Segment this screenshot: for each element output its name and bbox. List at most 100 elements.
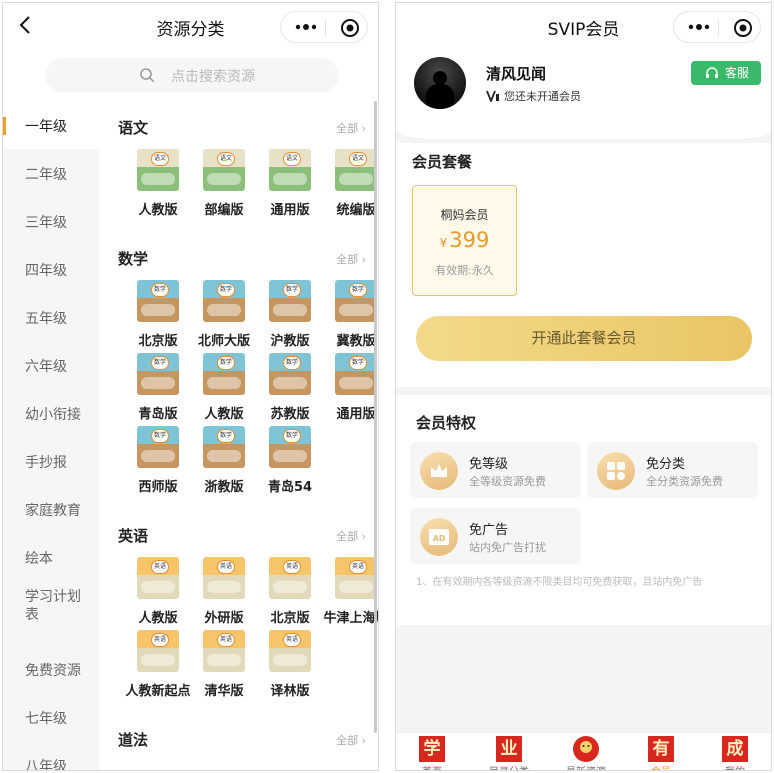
see-all-link[interactable]: 全部 ›	[336, 732, 366, 748]
tab-item[interactable]: 学首页	[402, 736, 462, 770]
sidebar-item-label: 手抄报	[25, 455, 67, 471]
book-item[interactable]: 数学 通用版	[321, 353, 378, 423]
svg-text:AD: AD	[433, 534, 446, 543]
tab-icon: 学	[419, 736, 445, 762]
tab-label: 最新资源	[556, 763, 616, 770]
cover-illustration	[273, 581, 307, 593]
open-membership-button[interactable]: 开通此套餐会员	[416, 316, 752, 361]
sidebar-item[interactable]: 七年级	[3, 693, 99, 741]
see-all-link[interactable]: 全部 ›	[336, 120, 366, 136]
cover-subject-badge: 英语	[217, 633, 235, 647]
privilege-desc: 全分类资源免费	[646, 475, 723, 488]
cover-subject-badge: 数学	[217, 283, 235, 297]
book-item[interactable]: 数学 冀教版	[321, 280, 378, 350]
book-cover: 英语	[203, 557, 245, 599]
book-item[interactable]: 语文 统编版	[321, 149, 378, 219]
chevron-right-icon: ›	[358, 122, 366, 135]
privilege-name: 免广告	[469, 523, 509, 538]
tab-label: 会员	[631, 763, 691, 770]
sidebar-item[interactable]: 学习计划表	[3, 581, 99, 645]
cover-illustration	[207, 581, 241, 593]
more-dots-icon[interactable]	[291, 18, 321, 36]
sidebar-item-label: 绘本	[25, 551, 53, 567]
sidebar-item-label: 家庭教育	[25, 503, 81, 519]
sidebar-item-label: 学习计划表	[25, 589, 81, 623]
customer-service-button[interactable]: 客服	[691, 61, 761, 85]
nav-bar: SVIP会员	[396, 3, 771, 49]
category-screen: 资源分类 点击搜索资源 一年级 二年级 三年级 四年级 五年级 六年级 幼小衔接 手抄报 家庭教…	[2, 2, 379, 771]
book-cover: 数学	[269, 280, 311, 322]
cover-illustration	[339, 581, 373, 593]
cover-illustration	[141, 377, 175, 389]
sidebar-item[interactable]: 绘本	[3, 533, 99, 581]
sidebar-item[interactable]: 二年级	[3, 149, 99, 197]
book-item[interactable]: 英语 译林版	[255, 630, 325, 700]
more-dots-icon[interactable]	[684, 18, 714, 36]
cover-subject-badge: 数学	[151, 429, 169, 443]
mini-program-capsule	[673, 11, 761, 43]
cover-illustration	[339, 377, 373, 389]
privilege-section-title: 会员特权	[416, 414, 477, 432]
book-label: 冀教版	[336, 334, 376, 349]
scrollbar[interactable]	[374, 101, 377, 733]
cover-illustration	[207, 377, 241, 389]
book-cover: 英语	[269, 630, 311, 672]
sidebar-item-label: 一年级	[25, 119, 67, 135]
book-cover: 数学	[335, 353, 377, 395]
sidebar-item[interactable]: 三年级	[3, 197, 99, 245]
sidebar-item-label: 幼小衔接	[25, 407, 81, 423]
tab-icon: 有	[648, 736, 674, 762]
cover-illustration	[273, 654, 307, 666]
tab-item[interactable]: 最新资源	[556, 736, 616, 770]
sidebar-item[interactable]: 六年级	[3, 341, 99, 389]
sidebar-item[interactable]: 手抄报	[3, 437, 99, 485]
sidebar-item-label: 三年级	[25, 215, 67, 231]
sidebar-item[interactable]: 幼小衔接	[3, 389, 99, 437]
package-card[interactable]: 桐妈会员 ¥399 有效期:永久	[412, 185, 517, 296]
search-bar[interactable]: 点击搜索资源	[45, 58, 339, 92]
svip-screen: SVIP会员 清风见闻 您还未开通会员 客服 会员套餐 桐妈会员 ¥399 有效…	[395, 2, 772, 771]
category-icon	[597, 452, 635, 490]
book-cover: 英语	[335, 557, 377, 599]
see-all-link[interactable]: 全部 ›	[336, 251, 366, 267]
cover-illustration	[207, 654, 241, 666]
see-all-label: 全部	[336, 530, 359, 543]
tab-item[interactable]: 有会员	[631, 736, 691, 770]
cover-illustration	[141, 581, 175, 593]
vip-icon	[486, 90, 499, 102]
cover-subject-badge: 数学	[151, 283, 169, 297]
close-target-icon[interactable]	[733, 18, 753, 38]
sidebar-item[interactable]: 四年级	[3, 245, 99, 293]
avatar[interactable]	[414, 57, 466, 109]
cover-subject-badge: 数学	[349, 283, 367, 297]
close-target-icon[interactable]	[340, 18, 360, 38]
sidebar-item[interactable]: 家庭教育	[3, 485, 99, 533]
ad-icon: AD	[420, 518, 458, 556]
cover-illustration	[207, 173, 241, 185]
privilege-name: 免等级	[469, 457, 509, 472]
privilege-item: AD 免广告 站内免广告打扰	[410, 508, 581, 564]
cover-subject-badge: 英语	[151, 560, 169, 574]
customer-service-label: 客服	[725, 66, 750, 80]
capsule-divider	[718, 20, 719, 36]
book-label: 牛津上海版	[323, 611, 378, 626]
book-cover: 数学	[137, 353, 179, 395]
book-cover: 数学	[203, 353, 245, 395]
chevron-right-icon: ›	[358, 530, 366, 543]
book-label: 统编版	[336, 203, 376, 218]
cover-illustration	[273, 450, 307, 462]
headset-icon	[706, 67, 718, 78]
sidebar-item-label: 八年级	[25, 759, 67, 771]
sidebar-item[interactable]: 五年级	[3, 293, 99, 341]
sidebar-item[interactable]: 一年级	[3, 101, 99, 149]
see-all-link[interactable]: 全部 ›	[336, 528, 366, 544]
sidebar-item[interactable]: 免费资源	[3, 645, 99, 693]
privilege-desc: 站内免广告打扰	[469, 541, 546, 554]
tab-item[interactable]: 成我的	[705, 736, 765, 770]
book-item[interactable]: 数学 青岛54	[255, 426, 325, 496]
book-cover: 数学	[335, 280, 377, 322]
mini-program-capsule	[280, 11, 368, 43]
tab-item[interactable]: 业目录分类	[479, 736, 539, 770]
book-item[interactable]: 英语牛津上海版	[321, 557, 378, 627]
sidebar-item[interactable]: 八年级	[3, 741, 99, 771]
